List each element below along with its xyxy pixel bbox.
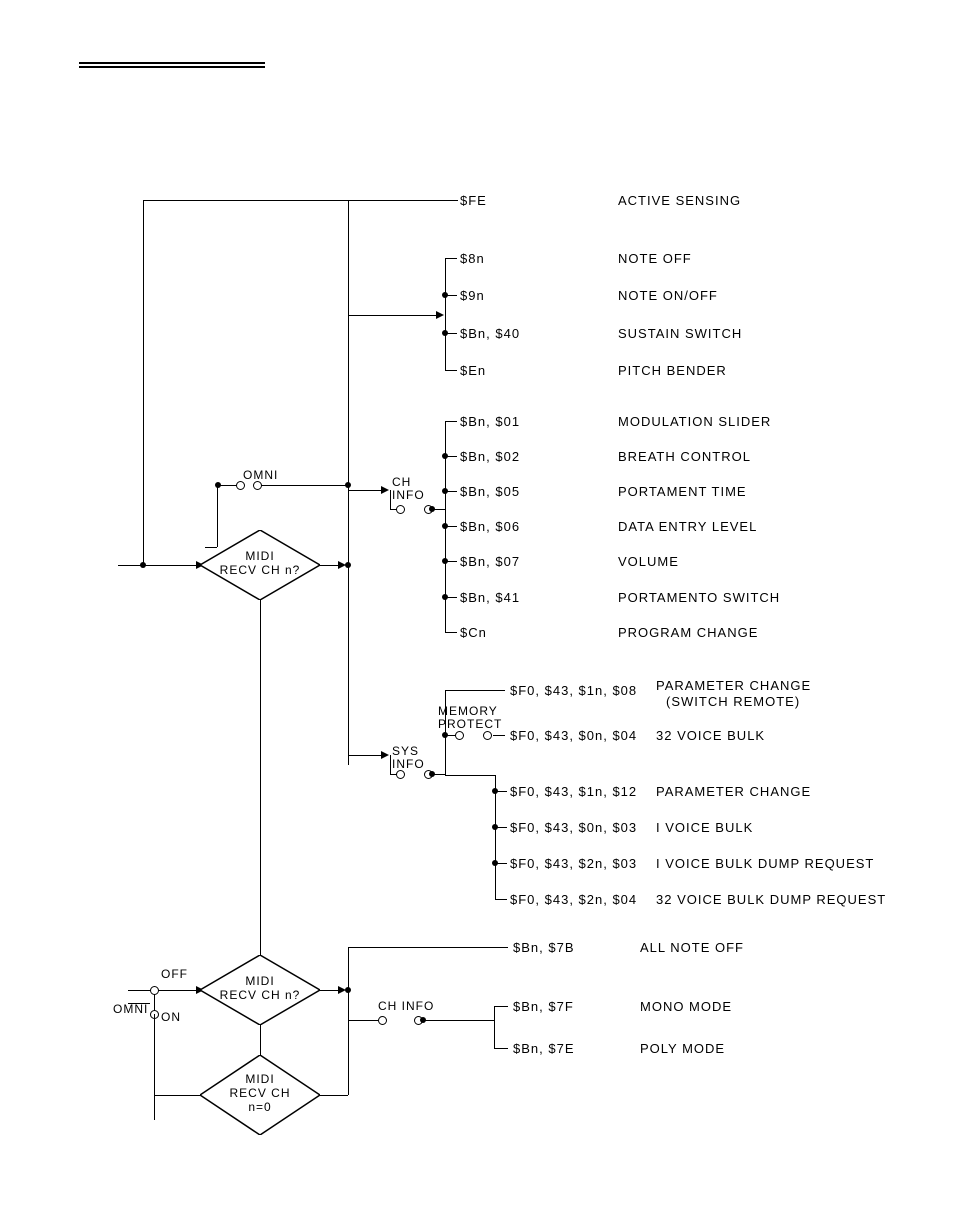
code-bn41: $Bn, $41 bbox=[460, 590, 520, 605]
code-cn: $Cn bbox=[460, 625, 487, 640]
code-bn40: $Bn, $40 bbox=[460, 326, 520, 341]
desc-f0-2n-03: I VOICE BULK DUMP REQUEST bbox=[656, 856, 874, 871]
desc-bn41: PORTAMENTO SWITCH bbox=[618, 590, 780, 605]
diamond-midi-recv-1-text: MIDIRECV CH n? bbox=[215, 549, 305, 577]
label-on: ON bbox=[161, 1010, 181, 1024]
code-f0-0n-03: $F0, $43, $0n, $03 bbox=[510, 820, 637, 835]
desc-bn07: VOLUME bbox=[618, 554, 679, 569]
code-bn02: $Bn, $02 bbox=[460, 449, 520, 464]
label-omni2: OMNI bbox=[113, 1002, 148, 1016]
label-ch-info: CHINFO bbox=[392, 476, 425, 502]
code-f0-0n-04: $F0, $43, $0n, $04 bbox=[510, 728, 637, 743]
desc-bn01: MODULATION SLIDER bbox=[618, 414, 771, 429]
code-bn01: $Bn, $01 bbox=[460, 414, 520, 429]
desc-f0-2n-04: 32 VOICE BULK DUMP REQUEST bbox=[656, 892, 886, 907]
desc-bn40: SUSTAIN SWITCH bbox=[618, 326, 742, 341]
code-bn7b: $Bn, $7B bbox=[513, 940, 575, 955]
code-f0-1n-12: $F0, $43, $1n, $12 bbox=[510, 784, 637, 799]
code-bn05: $Bn, $05 bbox=[460, 484, 520, 499]
code-9n: $9n bbox=[460, 288, 485, 303]
code-en: $En bbox=[460, 363, 486, 378]
code-bn7f: $Bn, $7F bbox=[513, 999, 574, 1014]
desc-en: PITCH BENDER bbox=[618, 363, 727, 378]
desc-bn7b: ALL NOTE OFF bbox=[640, 940, 744, 955]
code-bn07: $Bn, $07 bbox=[460, 554, 520, 569]
desc-f0-0n-03: I VOICE BULK bbox=[656, 820, 753, 835]
header-rule bbox=[79, 62, 265, 68]
code-bn7e: $Bn, $7E bbox=[513, 1041, 575, 1056]
diamond-midi-recv-n0-text: MIDIRECV CHn=0 bbox=[220, 1072, 300, 1114]
code-bn06: $Bn, $06 bbox=[460, 519, 520, 534]
desc-f0-1n-12: PARAMETER CHANGE bbox=[656, 784, 811, 799]
code-f0-2n-04: $F0, $43, $2n, $04 bbox=[510, 892, 637, 907]
desc-f0-1n-08: PARAMETER CHANGE bbox=[656, 678, 811, 693]
desc-bn7e: POLY MODE bbox=[640, 1041, 725, 1056]
desc-9n: NOTE ON/OFF bbox=[618, 288, 718, 303]
label-sys-info: SYSINFO bbox=[392, 745, 425, 771]
desc-f0-0n-04: 32 VOICE BULK bbox=[656, 728, 765, 743]
desc-bn06: DATA ENTRY LEVEL bbox=[618, 519, 757, 534]
desc-bn7f: MONO MODE bbox=[640, 999, 732, 1014]
diamond-midi-recv-2-text: MIDIRECV CH n? bbox=[215, 974, 305, 1002]
page: { "messages": { "fe": { "code": "$FE", "… bbox=[0, 0, 954, 1231]
desc-fe: ACTIVE SENSING bbox=[618, 193, 741, 208]
code-fe: $FE bbox=[460, 193, 487, 208]
desc-cn: PROGRAM CHANGE bbox=[618, 625, 758, 640]
label-off: OFF bbox=[161, 967, 188, 981]
label-memory-protect: MEMORYPROTECT bbox=[438, 705, 502, 731]
desc-8n: NOTE OFF bbox=[618, 251, 692, 266]
desc-f0-1n-08-2: (SWITCH REMOTE) bbox=[666, 694, 800, 709]
desc-bn05: PORTAMENT TIME bbox=[618, 484, 747, 499]
label-omni: OMNI bbox=[243, 468, 278, 482]
code-8n: $8n bbox=[460, 251, 485, 266]
label-ch-info-2: CH INFO bbox=[378, 1000, 434, 1013]
code-f0-2n-03: $F0, $43, $2n, $03 bbox=[510, 856, 637, 871]
desc-bn02: BREATH CONTROL bbox=[618, 449, 751, 464]
code-f0-1n-08: $F0, $43, $1n, $08 bbox=[510, 683, 637, 698]
